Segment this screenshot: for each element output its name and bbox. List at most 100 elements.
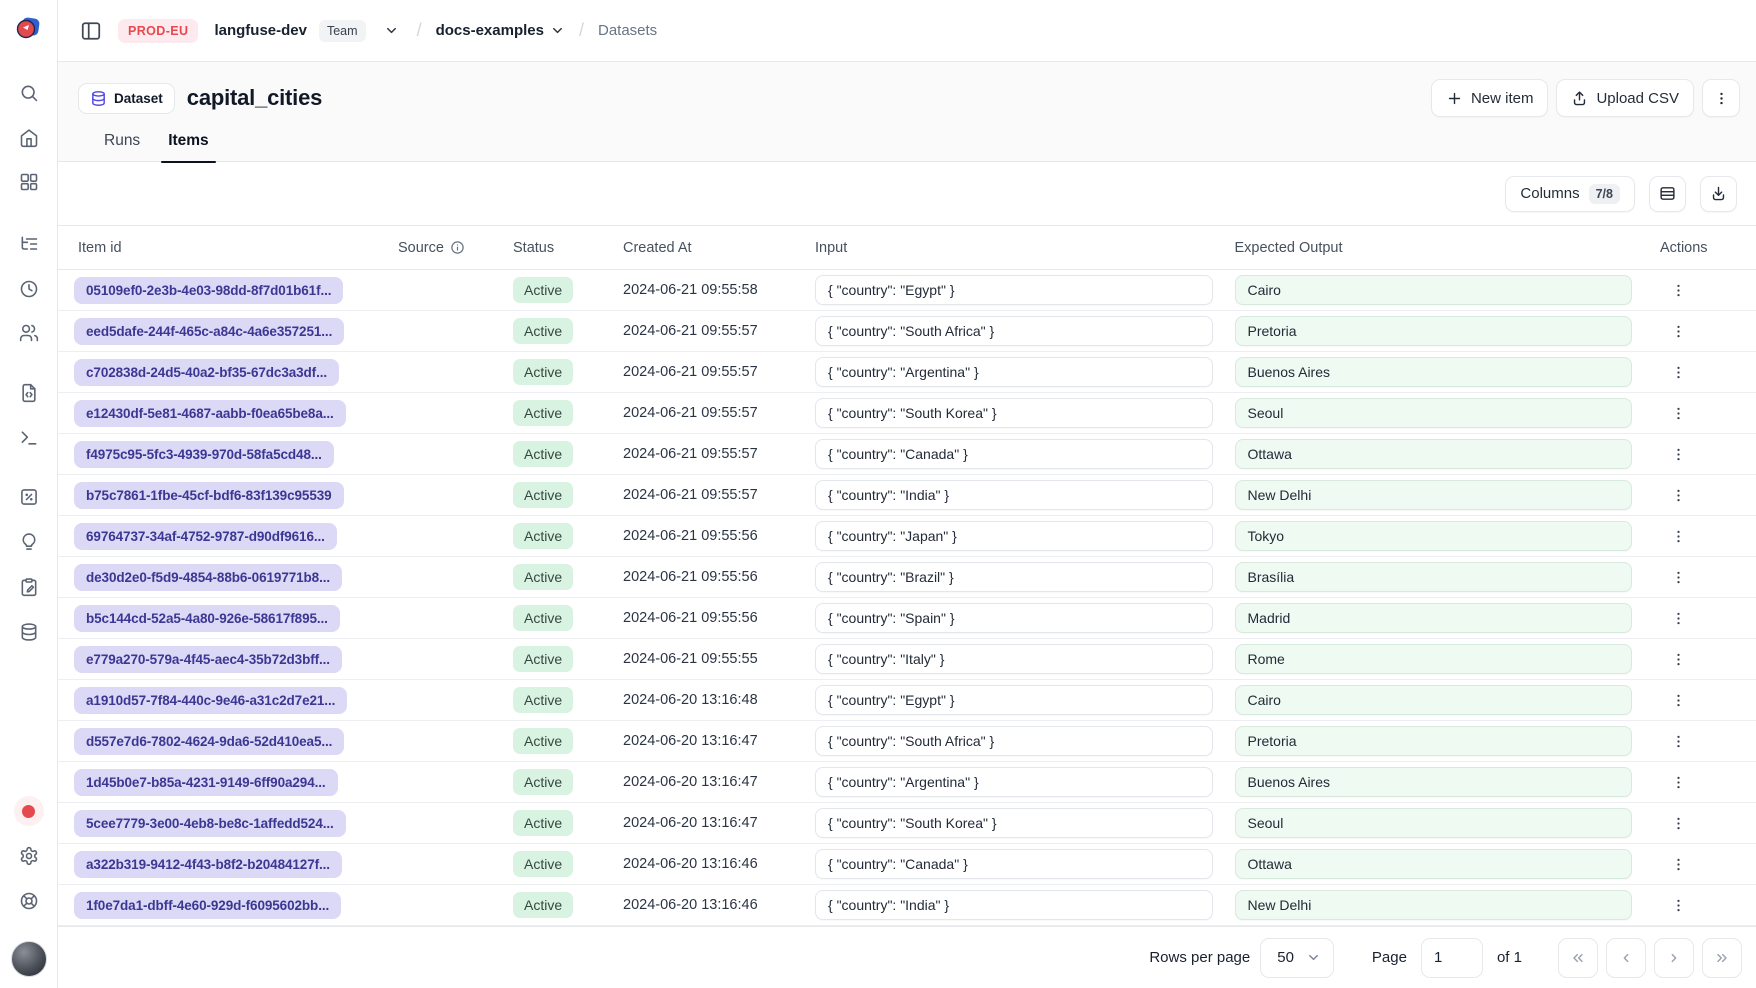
- item-id-link[interactable]: a322b319-9412-4f43-b8f2-b20484127f...: [74, 851, 342, 878]
- row-actions-button[interactable]: [1662, 891, 1695, 920]
- input-cell[interactable]: { "country": "Egypt" }: [815, 275, 1213, 305]
- row-actions-button[interactable]: [1662, 317, 1695, 346]
- tab-items[interactable]: Items: [168, 132, 209, 162]
- row-actions-button[interactable]: [1662, 399, 1695, 428]
- input-cell[interactable]: { "country": "Argentina" }: [815, 767, 1213, 797]
- item-id-link[interactable]: f4975c95-5fc3-4939-970d-58fa5cd48...: [74, 441, 334, 468]
- expected-output-cell[interactable]: Cairo: [1235, 275, 1633, 305]
- item-id-link[interactable]: e779a270-579a-4f45-aec4-35b72d3bff...: [74, 646, 342, 673]
- row-actions-button[interactable]: [1662, 276, 1695, 305]
- input-cell[interactable]: { "country": "Brazil" }: [815, 562, 1213, 592]
- input-cell[interactable]: { "country": "Egypt" }: [815, 685, 1213, 715]
- input-cell[interactable]: { "country": "India" }: [815, 480, 1213, 510]
- info-icon[interactable]: [450, 240, 465, 255]
- expected-output-cell[interactable]: Cairo: [1235, 685, 1633, 715]
- first-page-button[interactable]: [1558, 938, 1598, 978]
- columns-button[interactable]: Columns 7/8: [1505, 176, 1635, 212]
- org-name[interactable]: langfuse-dev: [214, 22, 307, 39]
- item-id-link[interactable]: 05109ef0-2e3b-4e03-98dd-8f7d01b61f...: [74, 277, 343, 304]
- org-type-chip[interactable]: Team: [319, 20, 366, 42]
- row-actions-button[interactable]: [1662, 604, 1695, 633]
- row-actions-button[interactable]: [1662, 563, 1695, 592]
- item-id-link[interactable]: e12430df-5e81-4687-aabb-f0ea65be8a...: [74, 400, 346, 427]
- row-height-button[interactable]: [1649, 176, 1686, 212]
- item-id-link[interactable]: a1910d57-7f84-440c-9e46-a31c2d7e21...: [74, 687, 347, 714]
- item-id-link[interactable]: 5cee7779-3e00-4eb8-be8c-1affedd524...: [74, 810, 346, 837]
- page-actions-menu-button[interactable]: [1702, 79, 1740, 117]
- item-id-link[interactable]: c702838d-24d5-40a2-bf35-67dc3a3df...: [74, 359, 339, 386]
- sidebar-prompts-icon[interactable]: [10, 374, 48, 412]
- row-actions-button[interactable]: [1662, 481, 1695, 510]
- row-actions-button[interactable]: [1662, 686, 1695, 715]
- item-id-link[interactable]: b75c7861-1fbe-45cf-bdf6-83f139c95539: [74, 482, 344, 509]
- sidebar-dashboards-icon[interactable]: [10, 163, 48, 201]
- sidebar-users-icon[interactable]: [10, 314, 48, 352]
- expected-output-cell[interactable]: Tokyo: [1235, 521, 1633, 551]
- row-actions-button[interactable]: [1662, 850, 1695, 879]
- row-actions-button[interactable]: [1662, 522, 1695, 551]
- sidebar-toggle-icon[interactable]: [76, 16, 106, 46]
- input-cell[interactable]: { "country": "South Africa" }: [815, 726, 1213, 756]
- last-page-button[interactable]: [1702, 938, 1742, 978]
- input-cell[interactable]: { "country": "Japan" }: [815, 521, 1213, 551]
- expected-output-cell[interactable]: Brasília: [1235, 562, 1633, 592]
- input-cell[interactable]: { "country": "Italy" }: [815, 644, 1213, 674]
- sidebar-search-icon[interactable]: [10, 74, 48, 112]
- row-actions-button[interactable]: [1662, 440, 1695, 469]
- sidebar-insights-icon[interactable]: [10, 523, 48, 561]
- sidebar-datasets-icon[interactable]: [10, 613, 48, 651]
- breadcrumb-section[interactable]: Datasets: [598, 22, 657, 39]
- row-actions-button[interactable]: [1662, 645, 1695, 674]
- expected-output-cell[interactable]: Ottawa: [1235, 849, 1633, 879]
- sidebar-playground-icon[interactable]: [10, 419, 48, 457]
- item-id-link[interactable]: eed5dafe-244f-465c-a84c-4a6e357251...: [74, 318, 344, 345]
- sidebar-sessions-icon[interactable]: [10, 270, 48, 308]
- expected-output-cell[interactable]: Madrid: [1235, 603, 1633, 633]
- breadcrumb-project[interactable]: docs-examples: [436, 22, 565, 39]
- input-cell[interactable]: { "country": "Argentina" }: [815, 357, 1213, 387]
- expected-output-cell[interactable]: New Delhi: [1235, 890, 1633, 920]
- row-actions-button[interactable]: [1662, 358, 1695, 387]
- input-cell[interactable]: { "country": "South Korea" }: [815, 808, 1213, 838]
- input-cell[interactable]: { "country": "South Africa" }: [815, 316, 1213, 346]
- expected-output-cell[interactable]: New Delhi: [1235, 480, 1633, 510]
- expected-output-cell[interactable]: Seoul: [1235, 398, 1633, 428]
- input-cell[interactable]: { "country": "South Korea" }: [815, 398, 1213, 428]
- new-item-button[interactable]: New item: [1431, 79, 1549, 117]
- tab-runs[interactable]: Runs: [104, 132, 140, 162]
- expected-output-cell[interactable]: Pretoria: [1235, 726, 1633, 756]
- item-id-link[interactable]: de30d2e0-f5d9-4854-88b6-0619771b8...: [74, 564, 342, 591]
- sidebar-tracing-icon[interactable]: [10, 225, 48, 263]
- sidebar-support-icon[interactable]: [10, 882, 48, 920]
- row-actions-button[interactable]: [1662, 727, 1695, 756]
- sidebar-home-icon[interactable]: [10, 119, 48, 157]
- item-id-link[interactable]: 69764737-34af-4752-9787-d90df9616...: [74, 523, 337, 550]
- input-cell[interactable]: { "country": "India" }: [815, 890, 1213, 920]
- rows-per-page-select[interactable]: 50: [1260, 938, 1334, 978]
- item-id-link[interactable]: d557e7d6-7802-4624-9da6-52d410ea5...: [74, 728, 344, 755]
- input-cell[interactable]: { "country": "Spain" }: [815, 603, 1213, 633]
- input-cell[interactable]: { "country": "Canada" }: [815, 849, 1213, 879]
- expected-output-cell[interactable]: Rome: [1235, 644, 1633, 674]
- sidebar-annotation-icon[interactable]: [10, 568, 48, 606]
- user-avatar[interactable]: [10, 940, 48, 978]
- expected-output-cell[interactable]: Buenos Aires: [1235, 357, 1633, 387]
- upload-csv-button[interactable]: Upload CSV: [1556, 79, 1694, 117]
- input-cell[interactable]: { "country": "Canada" }: [815, 439, 1213, 469]
- expected-output-cell[interactable]: Pretoria: [1235, 316, 1633, 346]
- app-logo-icon[interactable]: [14, 13, 44, 43]
- expected-output-cell[interactable]: Buenos Aires: [1235, 767, 1633, 797]
- org-switcher-chevron-icon[interactable]: [380, 19, 403, 42]
- export-download-button[interactable]: [1700, 176, 1737, 212]
- status-indicator-dot[interactable]: [14, 796, 44, 826]
- next-page-button[interactable]: [1654, 938, 1694, 978]
- item-id-link[interactable]: 1f0e7da1-dbff-4e60-929d-f6095602bb...: [74, 892, 341, 919]
- row-actions-button[interactable]: [1662, 809, 1695, 838]
- expected-output-cell[interactable]: Seoul: [1235, 808, 1633, 838]
- page-number-input[interactable]: [1421, 938, 1483, 978]
- previous-page-button[interactable]: [1606, 938, 1646, 978]
- expected-output-cell[interactable]: Ottawa: [1235, 439, 1633, 469]
- item-id-link[interactable]: b5c144cd-52a5-4a80-926e-58617f895...: [74, 605, 340, 632]
- row-actions-button[interactable]: [1662, 768, 1695, 797]
- sidebar-evaluation-icon[interactable]: [10, 478, 48, 516]
